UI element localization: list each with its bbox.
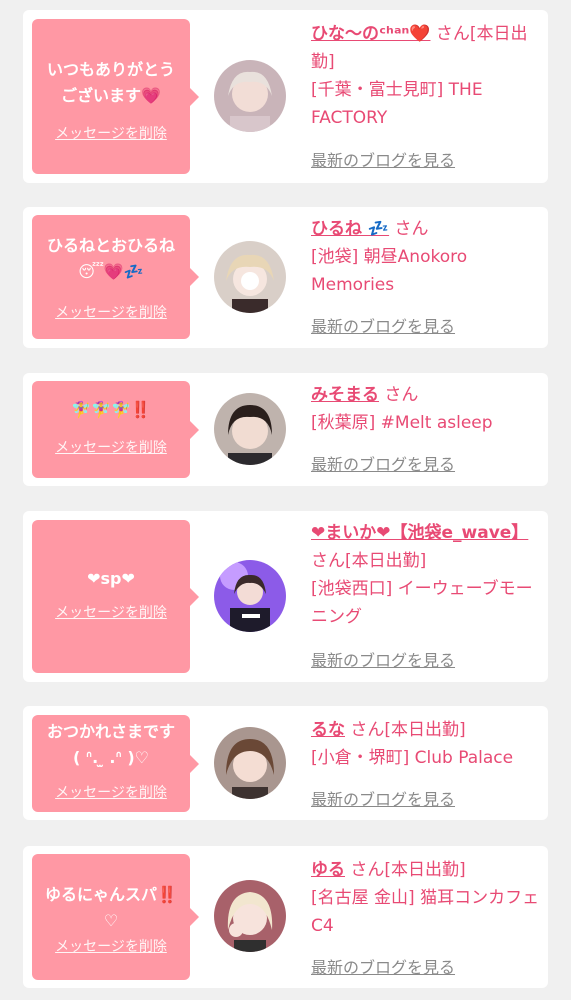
cast-name-link[interactable]: ❤まいか❤【池袋e_wave】 (311, 523, 528, 543)
message-text: ゆるにゃんスパ‼️ ♡ (45, 885, 177, 930)
cast-name-link[interactable]: ひな〜のᶜʰᵃⁿ❤️ (311, 24, 430, 44)
shop-info: [名古屋 金山] 猫耳コンカフェ C4 (311, 888, 540, 936)
latest-blog-link[interactable]: 最新のブログを見る (311, 651, 455, 671)
delete-message-link[interactable]: メッセージを削除 (32, 439, 190, 457)
avatar[interactable] (214, 560, 286, 632)
latest-blog-link[interactable]: 最新のブログを見る (311, 455, 455, 475)
message-text: ひるねとおひるね 😴💗💤 (46, 236, 175, 281)
message-bubble: ❤sp❤ メッセージを削除 (32, 520, 199, 673)
message-card: いつもありがとう ございます💗 メッセージを削除 ひな〜のᶜʰᵃⁿ❤️ さん[本… (23, 10, 548, 183)
shop-info: [池袋西口] イーウェーブモーニング (311, 579, 533, 627)
delete-message-link[interactable]: メッセージを削除 (32, 604, 190, 622)
message-card: ひるねとおひるね 😴💗💤 メッセージを削除 ひるね 💤 さん [池袋] 朝昼An… (23, 207, 548, 348)
cast-name-link[interactable]: ゆる (311, 860, 345, 880)
cast-name-link[interactable]: みそまる (311, 385, 379, 405)
cast-name-link[interactable]: ひるね 💤 (311, 219, 389, 239)
avatar[interactable] (214, 393, 286, 465)
message-text: いつもありがとう ございます💗 (46, 60, 175, 105)
latest-blog-link[interactable]: 最新のブログを見る (311, 958, 455, 978)
shop-info: [秋葉原] #Melt asleep (311, 413, 493, 433)
delete-message-link[interactable]: メッセージを削除 (32, 938, 190, 956)
delete-message-link[interactable]: メッセージを削除 (32, 784, 190, 802)
latest-blog-link[interactable]: 最新のブログを見る (311, 317, 455, 337)
avatar[interactable] (214, 60, 286, 132)
cast-name-link[interactable]: るな (311, 720, 345, 740)
message-text: 🧚‍♀️🧚‍♀️🧚‍♀️‼️ (71, 400, 151, 419)
message-bubble: ひるねとおひるね 😴💗💤 メッセージを削除 (32, 215, 199, 339)
delete-message-link[interactable]: メッセージを削除 (32, 304, 190, 322)
cast-status: さん[本日出勤] (345, 860, 466, 880)
shop-info: [小倉・堺町] Club Palace (311, 748, 514, 768)
message-bubble: 🧚‍♀️🧚‍♀️🧚‍♀️‼️ メッセージを削除 (32, 381, 199, 478)
message-card: ゆるにゃんスパ‼️ ♡ メッセージを削除 ゆる さん[本日出勤] [名古屋 金山… (23, 846, 548, 988)
message-card: おつかれさまです ( ᐢ. ̫ .ᐢ )♡ メッセージを削除 るな さん[本日出… (23, 706, 548, 820)
avatar[interactable] (214, 880, 286, 952)
message-text: ❤sp❤ (87, 569, 135, 588)
message-text: おつかれさまです ( ᐢ. ̫ .ᐢ )♡ (46, 722, 175, 767)
message-card: ❤sp❤ メッセージを削除 ❤まいか❤【池袋e_wave】 さん[本日出勤] [… (23, 511, 548, 682)
shop-info: [池袋] 朝昼Anokoro Memories (311, 247, 468, 295)
latest-blog-link[interactable]: 最新のブログを見る (311, 790, 455, 810)
delete-message-link[interactable]: メッセージを削除 (32, 125, 190, 143)
message-bubble: おつかれさまです ( ᐢ. ̫ .ᐢ )♡ メッセージを削除 (32, 715, 199, 812)
message-bubble: ゆるにゃんスパ‼️ ♡ メッセージを削除 (32, 854, 199, 980)
message-card: 🧚‍♀️🧚‍♀️🧚‍♀️‼️ メッセージを削除 みそまる さん [秋葉原] #M… (23, 373, 548, 486)
avatar[interactable] (214, 241, 286, 313)
cast-status: さん[本日出勤] (345, 720, 466, 740)
latest-blog-link[interactable]: 最新のブログを見る (311, 151, 455, 171)
cast-status: さん (379, 385, 419, 405)
cast-status: さん[本日出勤] (311, 551, 427, 571)
shop-info: [千葉・富士見町] THE FACTORY (311, 80, 483, 128)
message-bubble: いつもありがとう ございます💗 メッセージを削除 (32, 19, 199, 174)
cast-status: さん (389, 219, 429, 239)
avatar[interactable] (214, 727, 286, 799)
